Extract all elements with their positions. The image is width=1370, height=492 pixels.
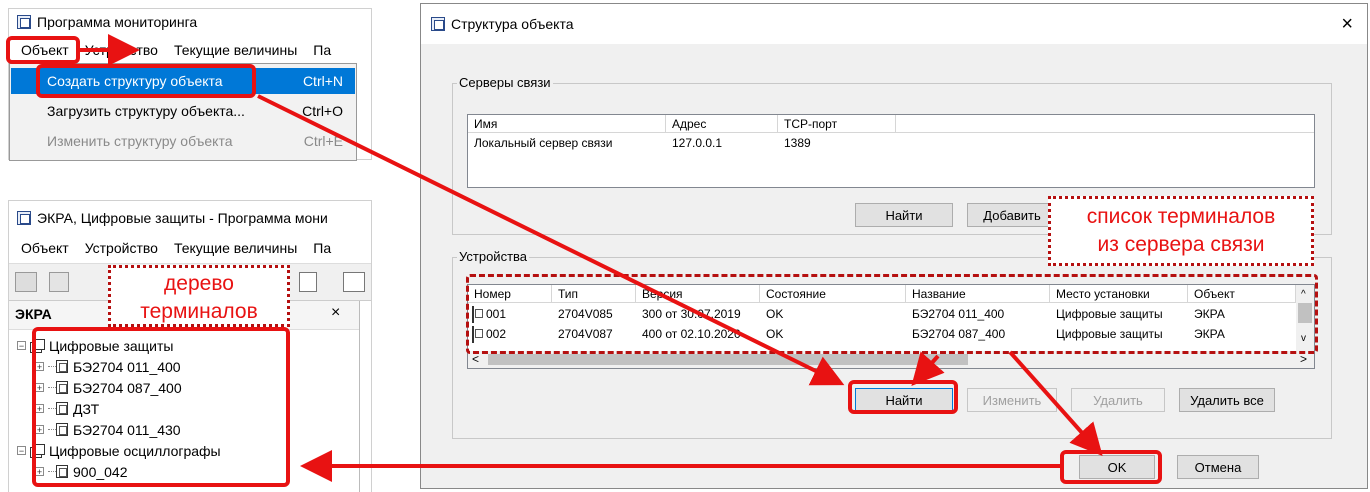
- scroll-left-icon[interactable]: <: [472, 352, 479, 366]
- highlight-device-list: [466, 274, 1318, 354]
- menu-item-edit-structure[interactable]: Изменить структуру объекта Ctrl+E: [11, 128, 355, 154]
- menu-more[interactable]: Па: [305, 42, 339, 58]
- collapse-icon[interactable]: −: [17, 446, 26, 456]
- menu-item-load-structure[interactable]: Загрузить структуру объекта... Ctrl+O: [11, 98, 355, 124]
- scroll-right-icon[interactable]: >: [1300, 352, 1307, 366]
- server-name[interactable]: Локальный сервер связи: [468, 136, 613, 150]
- col-name[interactable]: Имя: [468, 115, 666, 133]
- close-icon[interactable]: ×: [331, 304, 340, 322]
- menu-object-2[interactable]: Объект: [13, 240, 77, 256]
- col-empty: [896, 115, 1314, 133]
- app-icon-2: [17, 211, 31, 225]
- server-port[interactable]: 1389: [778, 136, 811, 150]
- devices-group-label: Устройства: [457, 249, 530, 264]
- servers-add-button[interactable]: Добавить: [967, 203, 1057, 227]
- menu-current-values-2[interactable]: Текущие величины: [166, 240, 305, 256]
- dialog-titlebar: Структура объекта ×: [421, 4, 1367, 44]
- highlight-object-menu: [6, 36, 80, 64]
- tree-callout-line1: дерево: [164, 272, 234, 295]
- tree-window-title: ЭКРА, Цифровые защиты - Программа мони: [37, 210, 328, 226]
- devices-delete-button[interactable]: Удалить: [1071, 388, 1165, 412]
- list-callout: список терминалов из сервера связи: [1048, 196, 1314, 266]
- panel-divider: [359, 301, 360, 492]
- servers-list[interactable]: Имя Адрес TCP-порт Локальный сервер связ…: [467, 114, 1315, 188]
- dialog-icon: [431, 17, 445, 31]
- menu-item-edit-label: Изменить структуру объекта: [47, 133, 233, 149]
- tree-window-menubar: Объект Устройство Текущие величины Па: [13, 237, 371, 259]
- highlight-terminal-tree: [32, 327, 290, 487]
- h-scroll-thumb[interactable]: [488, 354, 968, 365]
- menu-window-titlebar: Программа мониторинга: [9, 9, 371, 35]
- dialog-title: Структура объекта: [451, 16, 574, 32]
- col-address[interactable]: Адрес: [666, 115, 778, 133]
- app-icon: [17, 15, 31, 29]
- menu-item-load-label: Загрузить структуру объекта...: [47, 103, 245, 119]
- menu-more-2[interactable]: Па: [305, 240, 339, 256]
- menu-item-create-shortcut: Ctrl+N: [302, 73, 343, 89]
- highlight-find-button: [848, 380, 958, 414]
- servers-group-label: Серверы связи: [457, 75, 553, 90]
- menu-device-2[interactable]: Устройство: [77, 240, 166, 256]
- list-callout-line1: список терминалов: [1086, 205, 1276, 228]
- menu-window-title: Программа мониторинга: [37, 14, 198, 30]
- devices-delete-all-button[interactable]: Удалить все: [1179, 388, 1275, 412]
- collapse-icon[interactable]: −: [17, 341, 26, 351]
- col-tcp-port[interactable]: TCP-порт: [778, 115, 896, 133]
- tree-window-titlebar: ЭКРА, Цифровые защиты - Программа мони: [9, 201, 371, 235]
- device-icon-toolbar[interactable]: [299, 272, 317, 292]
- cancel-button[interactable]: Отмена: [1177, 455, 1259, 479]
- menu-item-edit-shortcut: Ctrl+E: [303, 133, 343, 149]
- servers-find-button[interactable]: Найти: [855, 203, 953, 227]
- dialog-close-icon[interactable]: ×: [1341, 13, 1353, 36]
- highlight-ok-button: [1060, 450, 1162, 484]
- refresh-icon[interactable]: [49, 272, 69, 292]
- menu-device[interactable]: Устройство: [77, 42, 166, 58]
- open-icon[interactable]: [15, 272, 37, 292]
- menu-current-values[interactable]: Текущие величины: [166, 42, 305, 58]
- list-callout-line2: из сервера связи: [1097, 233, 1265, 256]
- server-address[interactable]: 127.0.0.1: [666, 136, 722, 150]
- chart-icon-toolbar[interactable]: [343, 272, 365, 292]
- menu-item-load-shortcut: Ctrl+O: [302, 103, 343, 119]
- panel-title: ЭКРА: [15, 306, 52, 322]
- devices-edit-button[interactable]: Изменить: [967, 388, 1057, 412]
- highlight-create-item: [36, 64, 256, 98]
- tree-callout-line2: терминалов: [140, 300, 258, 323]
- tree-callout: дерево терминалов: [108, 265, 290, 327]
